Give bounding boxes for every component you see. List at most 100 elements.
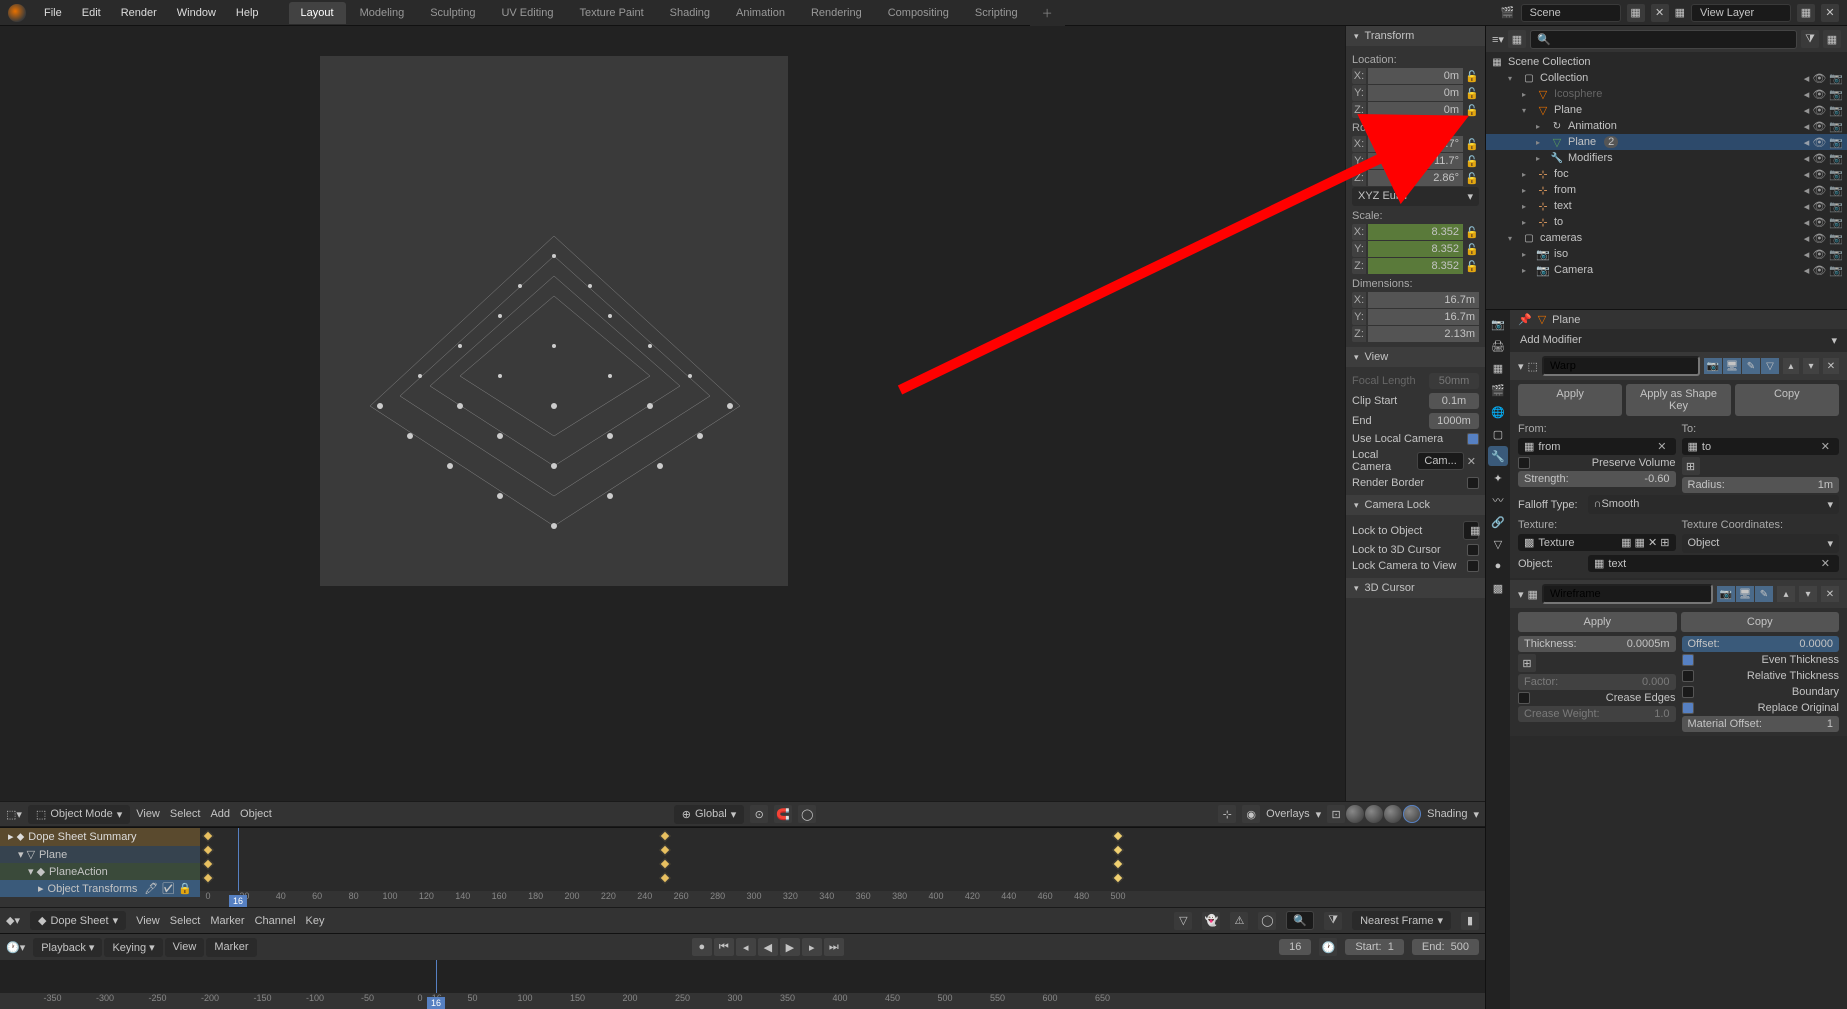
snap-button[interactable]: 🧲 bbox=[774, 805, 792, 823]
location-y-field[interactable]: 0m bbox=[1368, 85, 1463, 101]
editor-type-icon[interactable]: ◆▾ bbox=[6, 914, 20, 927]
outliner-item-collection[interactable]: ▾▢Collection◂👁📷 bbox=[1486, 70, 1847, 86]
cage-visibility-icon[interactable]: ▽ bbox=[1761, 358, 1779, 374]
viewport-visibility-icon[interactable]: 🖥 bbox=[1723, 358, 1741, 374]
move-down-button[interactable]: ▾ bbox=[1803, 358, 1819, 374]
hide-viewport-icon[interactable]: 👁 bbox=[1812, 120, 1826, 133]
move-up-button[interactable]: ▴ bbox=[1783, 358, 1799, 374]
crease-weight-field[interactable]: Crease Weight:1.0 bbox=[1518, 706, 1676, 722]
relative-thickness-checkbox[interactable] bbox=[1682, 670, 1694, 682]
dim-x-field[interactable]: 16.7m bbox=[1368, 292, 1479, 308]
view-panel-header[interactable]: View bbox=[1346, 347, 1485, 367]
gizmo-toggle[interactable]: ⊹ bbox=[1218, 805, 1236, 823]
camera-lock-header[interactable]: Camera Lock bbox=[1346, 495, 1485, 515]
hide-viewport-icon[interactable]: 👁 bbox=[1812, 184, 1826, 197]
hide-viewport-icon[interactable]: 👁 bbox=[1812, 248, 1826, 261]
hide-viewport-icon[interactable]: 👁 bbox=[1812, 168, 1826, 181]
viewlayer-browse-button[interactable]: ▦ bbox=[1797, 4, 1815, 22]
shading-label[interactable]: Shading bbox=[1427, 808, 1467, 820]
tab-object[interactable]: ▢ bbox=[1488, 424, 1508, 444]
dopesheet-summary-row[interactable]: ▸ ⬥Dope Sheet Summary bbox=[0, 828, 200, 846]
delete-modifier-button[interactable]: ✕ bbox=[1821, 586, 1839, 602]
scene-delete-button[interactable]: ✕ bbox=[1651, 4, 1669, 22]
scene-name-field[interactable]: Scene bbox=[1521, 4, 1621, 22]
play-reverse-button[interactable]: ◀ bbox=[758, 938, 778, 956]
strength-field[interactable]: Strength:-0.60 bbox=[1518, 471, 1676, 487]
viewport-menu-view[interactable]: View bbox=[136, 808, 160, 820]
tab-scene[interactable]: 🎬 bbox=[1488, 380, 1508, 400]
dopesheet-action-row[interactable]: ▾ ◆PlaneAction bbox=[0, 863, 200, 880]
workspace-tab-shading[interactable]: Shading bbox=[658, 2, 722, 24]
move-down-button[interactable]: ▾ bbox=[1799, 586, 1817, 602]
wireframe-modifier-header[interactable]: ▾▦ 📷 🖥 ✎ ▴ ▾ ✕ bbox=[1510, 580, 1847, 608]
workspace-tab-animation[interactable]: Animation bbox=[724, 2, 797, 24]
restrict-select-icon[interactable]: ◂ bbox=[1804, 232, 1810, 245]
scale-y-field[interactable]: 8.352 bbox=[1368, 241, 1463, 257]
solid-shading[interactable] bbox=[1365, 805, 1383, 823]
autokey-button[interactable]: ● bbox=[692, 938, 712, 956]
overlays-label[interactable]: Overlays bbox=[1266, 808, 1309, 820]
scene-browse-button[interactable]: ▦ bbox=[1627, 4, 1645, 22]
dopesheet-mode[interactable]: ◆Dope Sheet▾ bbox=[30, 911, 126, 930]
workspace-tab-sculpting[interactable]: Sculpting bbox=[418, 2, 487, 24]
wireframe-shading[interactable] bbox=[1346, 805, 1364, 823]
disable-render-icon[interactable]: 📷 bbox=[1829, 88, 1843, 101]
pivot-button[interactable]: ⊙ bbox=[750, 805, 768, 823]
3d-viewport[interactable] bbox=[0, 26, 1345, 801]
hide-viewport-icon[interactable]: 👁 bbox=[1812, 200, 1826, 213]
current-frame-field[interactable]: 16 bbox=[1279, 939, 1311, 955]
outliner-item-from[interactable]: ▸⊹from◂👁📷 bbox=[1486, 182, 1847, 198]
outliner-item-animation[interactable]: ▸↻Animation◂👁📷 bbox=[1486, 118, 1847, 134]
scale-x-field[interactable]: 8.352 bbox=[1368, 224, 1463, 240]
clip-end-field[interactable]: 1000m bbox=[1429, 413, 1479, 429]
hide-viewport-icon[interactable]: 👁 bbox=[1812, 152, 1826, 165]
falloff-dropdown[interactable]: ∩ Smooth▾ bbox=[1588, 495, 1839, 514]
hide-viewport-icon[interactable]: 👁 bbox=[1812, 232, 1826, 245]
disable-render-icon[interactable]: 📷 bbox=[1829, 232, 1843, 245]
disable-render-icon[interactable]: 📷 bbox=[1829, 200, 1843, 213]
dim-y-field[interactable]: 16.7m bbox=[1368, 309, 1479, 325]
disable-render-icon[interactable]: 📷 bbox=[1829, 184, 1843, 197]
restrict-select-icon[interactable]: ◂ bbox=[1804, 72, 1810, 85]
menu-render[interactable]: Render bbox=[111, 3, 167, 23]
texcoord-dropdown[interactable]: Object▾ bbox=[1682, 534, 1840, 553]
clip-start-field[interactable]: 0.1m bbox=[1429, 393, 1479, 409]
outliner-item-iso[interactable]: ▸📷iso◂👁📷 bbox=[1486, 246, 1847, 262]
to-object-field[interactable]: ▦to✕ bbox=[1682, 438, 1840, 455]
warp-modifier-header[interactable]: ▾⬚ 📷 🖥 ✎ ▽ ▴ ▾ ✕ bbox=[1510, 352, 1847, 380]
workspace-tab-scripting[interactable]: Scripting bbox=[963, 2, 1030, 24]
disable-render-icon[interactable]: 📷 bbox=[1829, 72, 1843, 85]
outliner-item-plane[interactable]: ▾▽Plane◂👁📷 bbox=[1486, 102, 1847, 118]
workspace-tab-texture-paint[interactable]: Texture Paint bbox=[567, 2, 655, 24]
disable-render-icon[interactable]: 📷 bbox=[1829, 152, 1843, 165]
viewlayer-name-field[interactable]: View Layer bbox=[1691, 4, 1791, 22]
xray-toggle[interactable]: ⊡ bbox=[1327, 805, 1345, 823]
hide-viewport-icon[interactable]: 👁 bbox=[1812, 104, 1826, 117]
menu-window[interactable]: Window bbox=[167, 3, 226, 23]
restrict-select-icon[interactable]: ◂ bbox=[1804, 264, 1810, 277]
outliner-item-text[interactable]: ▸⊹text◂👁📷 bbox=[1486, 198, 1847, 214]
outliner-item-plane[interactable]: ▸▽Plane2◂👁📷 bbox=[1486, 134, 1847, 150]
from-object-field[interactable]: ▦from✕ bbox=[1518, 438, 1676, 455]
preview-range-button[interactable]: 🕐 bbox=[1319, 938, 1337, 956]
overlays-toggle[interactable]: ◉ bbox=[1242, 805, 1260, 823]
warp-name-field[interactable] bbox=[1542, 356, 1700, 376]
restrict-select-icon[interactable]: ◂ bbox=[1804, 248, 1810, 261]
local-camera-field[interactable]: Cam... bbox=[1417, 452, 1463, 470]
tab-physics[interactable]: 〰 bbox=[1488, 490, 1508, 510]
restrict-select-icon[interactable]: ◂ bbox=[1804, 152, 1810, 165]
use-local-camera-checkbox[interactable] bbox=[1467, 433, 1479, 445]
texture-field[interactable]: ▩Texture▦ ▦ ✕ ⊞ bbox=[1518, 534, 1676, 551]
restrict-select-icon[interactable]: ◂ bbox=[1804, 216, 1810, 229]
end-frame-field[interactable]: End: 500 bbox=[1412, 939, 1479, 955]
material-offset-field[interactable]: Material Offset:1 bbox=[1682, 716, 1840, 732]
hide-viewport-icon[interactable]: 👁 bbox=[1812, 216, 1826, 229]
location-x-field[interactable]: 0m bbox=[1368, 68, 1463, 84]
play-button[interactable]: ▶ bbox=[780, 938, 800, 956]
dopesheet-object-row[interactable]: ▾ ▽Plane bbox=[0, 846, 200, 863]
mode-select[interactable]: ⬚Object Mode▾ bbox=[28, 805, 130, 824]
warp-copy-button[interactable]: Copy bbox=[1735, 384, 1839, 416]
tab-world[interactable]: 🌐 bbox=[1488, 402, 1508, 422]
dopesheet-menu-channel[interactable]: Channel bbox=[255, 915, 296, 927]
hide-viewport-icon[interactable]: 👁 bbox=[1812, 72, 1826, 85]
